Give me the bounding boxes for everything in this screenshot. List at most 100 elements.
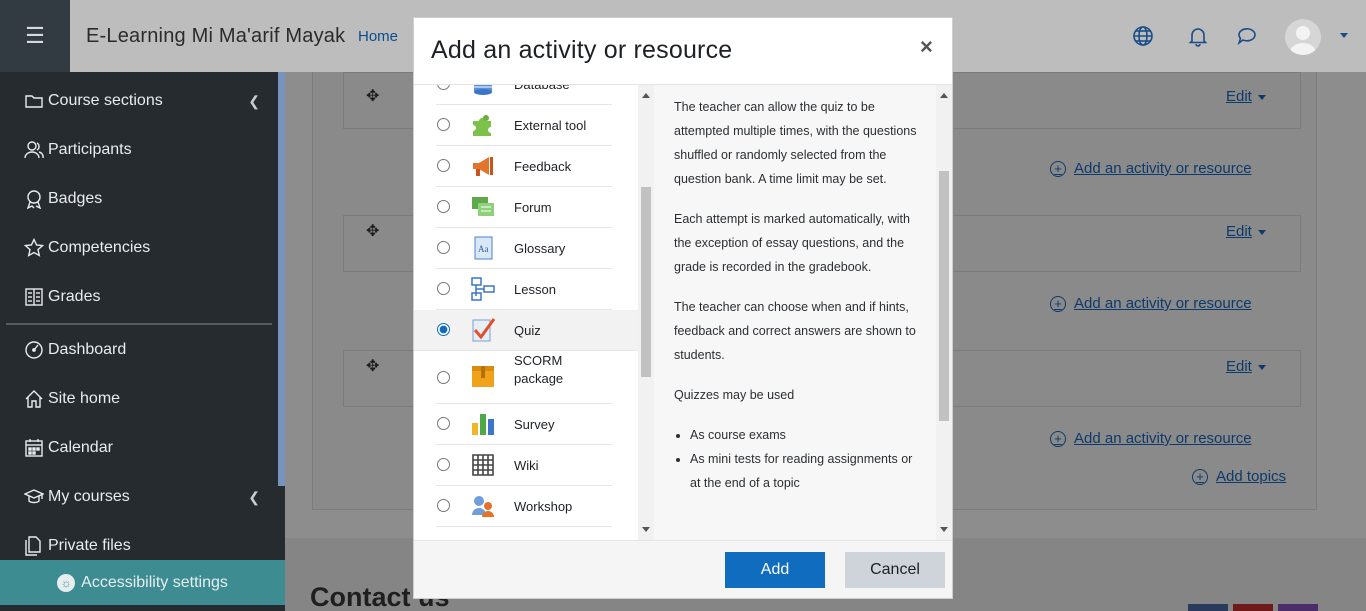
sidebar-item-private-files[interactable]: Private files [24,532,264,560]
option-survey[interactable]: Survey [436,404,612,445]
option-external-tool[interactable]: External tool [436,105,612,146]
survey-icon [472,414,494,435]
home-icon [25,390,43,408]
instagram-icon[interactable] [1278,604,1318,611]
edit-menu-link[interactable]: Edit [1226,223,1266,240]
hamburger-icon[interactable]: ☰ [0,0,70,72]
user-menu-caret-icon[interactable] [1340,33,1348,38]
option-radio[interactable] [437,241,450,254]
forum-icon [472,197,494,216]
scorm-icon [472,366,494,387]
sidebar-divider [6,323,272,325]
option-feedback[interactable]: Feedback [436,146,612,187]
option-glossary[interactable]: Aa Glossary [436,228,612,269]
description-scrollbar[interactable] [936,85,952,540]
scroll-down-icon[interactable] [940,527,948,532]
option-workshop[interactable]: Workshop [436,486,612,527]
folder-icon [25,95,43,108]
sidebar-item-dashboard[interactable]: Dashboard [24,336,264,364]
avatar[interactable] [1285,19,1321,55]
option-label: Database [514,85,610,94]
option-radio[interactable] [437,499,450,512]
close-icon[interactable]: × [920,34,933,60]
accessibility-settings-button[interactable]: ☼ Accessibility settings [0,560,285,605]
add-activity-modal: Add an activity or resource × Database E… [413,17,953,599]
puzzle-icon [473,115,491,136]
option-radio[interactable] [437,200,450,213]
dashboard-icon [25,341,43,359]
add-activity-link[interactable]: + Add an activity or resource [1050,160,1252,177]
description-bullet: As mini tests for reading assignments or… [690,447,920,495]
sidebar-item-participants[interactable]: Participants [24,136,264,164]
sidebar-item-label: Grades [48,288,101,305]
sidebar-item-label: Participants [48,141,132,158]
activity-option-list: Database External tool Feedback Forum Aa… [414,85,654,540]
scrollbar-thumb[interactable] [939,171,949,421]
scroll-up-icon[interactable] [642,93,650,98]
add-activity-link[interactable]: + Add an activity or resource [1050,295,1252,312]
option-label: External tool [514,118,587,133]
home-link[interactable]: Home [358,28,398,45]
option-quiz[interactable]: Quiz [414,310,638,351]
sidebar-item-site-home[interactable]: Site home [24,385,264,413]
option-radio[interactable] [437,458,450,471]
sidebar-item-my-courses[interactable]: My courses ❮ [24,483,264,511]
glossary-icon: Aa [474,236,493,260]
sidebar-item-calendar[interactable]: Calendar [24,434,264,462]
move-icon[interactable]: ✥ [366,356,379,376]
option-wiki[interactable]: Wiki [436,445,612,486]
option-radio[interactable] [437,323,450,336]
edit-menu-link[interactable]: Edit [1226,88,1266,105]
globe-icon[interactable] [1131,24,1155,48]
sidebar-item-label: Course sections [48,92,163,109]
badge-icon [26,190,42,209]
move-icon[interactable]: ✥ [366,221,379,241]
sidebar-item-competencies[interactable]: Competencies [24,234,264,262]
chat-icon[interactable] [1235,24,1259,48]
sidebar-item-badges[interactable]: Badges [24,185,264,213]
description-paragraph: The teacher can allow the quiz to be att… [674,100,917,186]
option-radio[interactable] [437,85,450,90]
scroll-down-icon[interactable] [642,527,650,532]
option-list-scrollbar[interactable] [638,85,654,540]
site-name[interactable]: E-Learning Mi Ma'arif Mayak [86,25,345,48]
files-icon [25,536,41,556]
option-label: Glossary [514,241,566,256]
chevron-left-icon[interactable]: ❮ [248,93,260,110]
calendar-icon [25,439,43,457]
sidebar-scrollbar[interactable] [278,72,285,486]
move-icon[interactable]: ✥ [366,86,379,106]
bell-icon[interactable] [1186,24,1210,48]
description-paragraph: Quizzes may be used [674,388,795,402]
graduation-cap-icon [24,489,44,504]
activity-description-panel: The teacher can allow the quiz to be att… [654,85,936,540]
add-topics-link[interactable]: + Add topics [1192,468,1286,485]
sidebar: Course sections ❮ Participants Badges Co… [0,72,285,611]
sidebar-item-label: Site home [48,390,121,407]
youtube-icon[interactable] [1233,604,1273,611]
add-button[interactable]: Add [725,552,825,588]
option-radio[interactable] [437,159,450,172]
description-bullet: As course exams [690,423,920,447]
facebook-icon[interactable] [1188,604,1228,611]
option-radio[interactable] [437,371,450,384]
chevron-left-icon[interactable]: ❮ [248,489,260,506]
option-database[interactable]: Database [436,85,612,105]
scrollbar-thumb[interactable] [641,187,651,377]
sidebar-item-grades[interactable]: Grades [24,283,264,311]
edit-menu-link[interactable]: Edit [1226,358,1266,375]
option-radio[interactable] [437,417,450,430]
cancel-button[interactable]: Cancel [845,552,945,588]
plus-circle-icon: + [1050,160,1066,177]
option-scorm-package[interactable]: SCORM package [436,351,612,404]
option-radio[interactable] [437,282,450,295]
sidebar-item-label: Private files [48,537,131,554]
sidebar-item-label: Competencies [48,239,151,256]
add-activity-link[interactable]: + Add an activity or resource [1050,430,1252,447]
scroll-up-icon[interactable] [940,93,948,98]
option-lesson[interactable]: Lesson [436,269,612,310]
option-label: Survey [514,417,555,432]
option-radio[interactable] [437,118,450,131]
sidebar-item-course-sections[interactable]: Course sections ❮ [24,87,264,115]
option-forum[interactable]: Forum [436,187,612,228]
